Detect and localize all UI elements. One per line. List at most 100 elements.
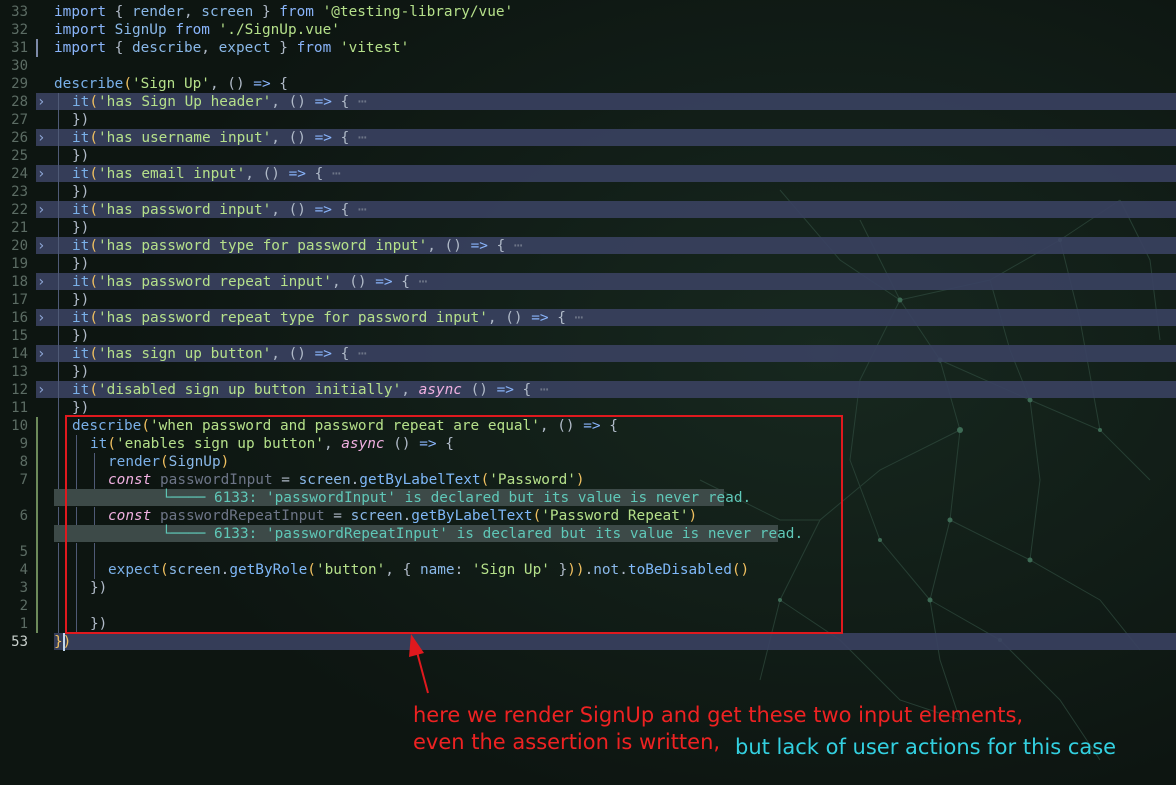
code-line[interactable]: 20 › it('has password type for password in… bbox=[0, 237, 1176, 255]
line-number: 9 bbox=[19, 436, 28, 452]
code-line[interactable]: 18 › it('has password repeat input', () =>… bbox=[0, 273, 1176, 291]
code-token: from bbox=[175, 22, 210, 38]
indent-guide bbox=[58, 597, 59, 615]
indent-guide bbox=[58, 147, 59, 165]
code-line[interactable]: 32 import SignUp from './SignUp.vue' bbox=[0, 21, 1176, 39]
fold-chevron-icon[interactable]: › bbox=[37, 165, 45, 183]
line-number: 1 bbox=[19, 616, 28, 632]
code-token: , () bbox=[271, 346, 315, 362]
code-line[interactable]: 17}) bbox=[0, 291, 1176, 309]
code-line[interactable]: 19}) bbox=[0, 255, 1176, 273]
code-token: , () bbox=[271, 130, 315, 146]
code-text: it('has username input', () => { ⋯ bbox=[72, 129, 367, 147]
code-line[interactable]: 13}) bbox=[0, 363, 1176, 381]
code-token: }) bbox=[72, 112, 90, 128]
code-token: ( bbox=[89, 94, 98, 110]
line-number: 14 bbox=[11, 346, 28, 362]
code-token: , bbox=[401, 382, 419, 398]
line-number: 31 bbox=[11, 40, 28, 56]
code-line[interactable]: 31 import { describe, expect } from 'vite… bbox=[0, 39, 1176, 57]
annotation-text-line-2: even the assertion is written, bbox=[413, 730, 721, 754]
fold-chevron-icon[interactable]: › bbox=[37, 309, 45, 327]
code-token: => bbox=[288, 166, 306, 182]
indent-guide bbox=[58, 453, 59, 471]
code-line[interactable]: 30 bbox=[0, 57, 1176, 75]
code-token: it bbox=[72, 94, 90, 110]
code-text: import SignUp from './SignUp.vue' bbox=[54, 21, 340, 39]
code-token: , () bbox=[331, 274, 376, 290]
code-token: } bbox=[54, 634, 63, 650]
code-token: , () bbox=[427, 238, 471, 254]
code-token: }) bbox=[72, 220, 90, 236]
indent-guide bbox=[58, 471, 59, 489]
code-token: => bbox=[531, 310, 549, 326]
code-token: 'disabled sign up button initially' bbox=[98, 382, 402, 398]
code-text: describe('Sign Up', () => { bbox=[54, 75, 288, 93]
code-line[interactable]: 26 › it('has username input', () => { ⋯ bbox=[0, 129, 1176, 147]
git-change-marker bbox=[36, 435, 38, 453]
code-line[interactable]: 53}) bbox=[0, 633, 1176, 651]
line-number: 11 bbox=[11, 400, 28, 416]
code-line[interactable]: 27}) bbox=[0, 111, 1176, 129]
code-token: { bbox=[305, 166, 332, 182]
code-token: 'has Sign Up header' bbox=[98, 94, 272, 110]
code-token: from bbox=[279, 4, 314, 20]
code-token: { bbox=[105, 4, 132, 20]
code-token: }) bbox=[72, 148, 90, 164]
line-number: 6 bbox=[19, 508, 28, 524]
code-line[interactable]: 16 › it('has password repeat type for pass… bbox=[0, 309, 1176, 327]
code-token: async bbox=[418, 382, 462, 398]
fold-chevron-icon[interactable]: › bbox=[37, 201, 45, 219]
code-token: , () bbox=[271, 202, 315, 218]
code-token: => bbox=[314, 346, 332, 362]
line-number: 3 bbox=[19, 580, 28, 596]
line-number: 2 bbox=[19, 598, 28, 614]
code-token: }) bbox=[72, 364, 90, 380]
code-token: it bbox=[72, 382, 90, 398]
code-token: it bbox=[72, 274, 90, 290]
code-line[interactable]: 25}) bbox=[0, 147, 1176, 165]
code-line[interactable]: 24 › it('has email input', () => { ⋯ bbox=[0, 165, 1176, 183]
code-token: ( bbox=[89, 274, 98, 290]
code-line[interactable]: 21}) bbox=[0, 219, 1176, 237]
fold-chevron-icon[interactable]: › bbox=[37, 93, 45, 111]
code-line[interactable]: 29 describe('Sign Up', () => { bbox=[0, 75, 1176, 93]
code-text: it('has Sign Up header', () => { ⋯ bbox=[72, 93, 367, 111]
code-line[interactable]: 14 › it('has sign up button', () => { ⋯ bbox=[0, 345, 1176, 363]
code-token: from bbox=[296, 40, 332, 56]
line-number: 22 bbox=[11, 202, 28, 218]
code-line[interactable]: 23}) bbox=[0, 183, 1176, 201]
line-number: 21 bbox=[11, 220, 28, 236]
fold-chevron-icon[interactable]: › bbox=[37, 381, 45, 399]
fold-chevron-icon[interactable]: › bbox=[37, 273, 45, 291]
code-line[interactable]: 15}) bbox=[0, 327, 1176, 345]
fold-chevron-icon[interactable]: › bbox=[37, 345, 45, 363]
annotation-highlight-box bbox=[65, 415, 843, 634]
line-number: 13 bbox=[11, 364, 28, 380]
indent-guide bbox=[58, 579, 59, 597]
code-token: ( bbox=[123, 76, 132, 92]
line-number: 15 bbox=[11, 328, 28, 344]
code-line[interactable]: 12 › it('disabled sign up button initially… bbox=[0, 381, 1176, 399]
code-token: ⋯ bbox=[357, 94, 367, 110]
code-token: { bbox=[392, 274, 419, 290]
fold-chevron-icon[interactable]: › bbox=[37, 129, 45, 147]
code-token: 'has sign up button' bbox=[98, 346, 272, 362]
code-token: describe bbox=[131, 40, 202, 56]
code-line[interactable]: 33 import { render, screen } from '@testi… bbox=[0, 3, 1176, 21]
code-token: import bbox=[54, 4, 106, 20]
code-line[interactable]: 22 › it('has password input', () => { ⋯ bbox=[0, 201, 1176, 219]
code-token: , () bbox=[271, 94, 315, 110]
code-line[interactable]: 28 › it('has Sign Up header', () => { ⋯ bbox=[0, 93, 1176, 111]
line-number: 25 bbox=[11, 148, 28, 164]
fold-chevron-icon[interactable]: › bbox=[37, 237, 45, 255]
code-token: it bbox=[72, 310, 90, 326]
indent-guide bbox=[58, 183, 59, 201]
code-token: , bbox=[183, 4, 202, 20]
code-token: => bbox=[314, 202, 332, 218]
code-token: ⋯ bbox=[357, 202, 367, 218]
code-text: it('has password input', () => { ⋯ bbox=[72, 201, 367, 219]
indent-guide bbox=[58, 309, 59, 327]
